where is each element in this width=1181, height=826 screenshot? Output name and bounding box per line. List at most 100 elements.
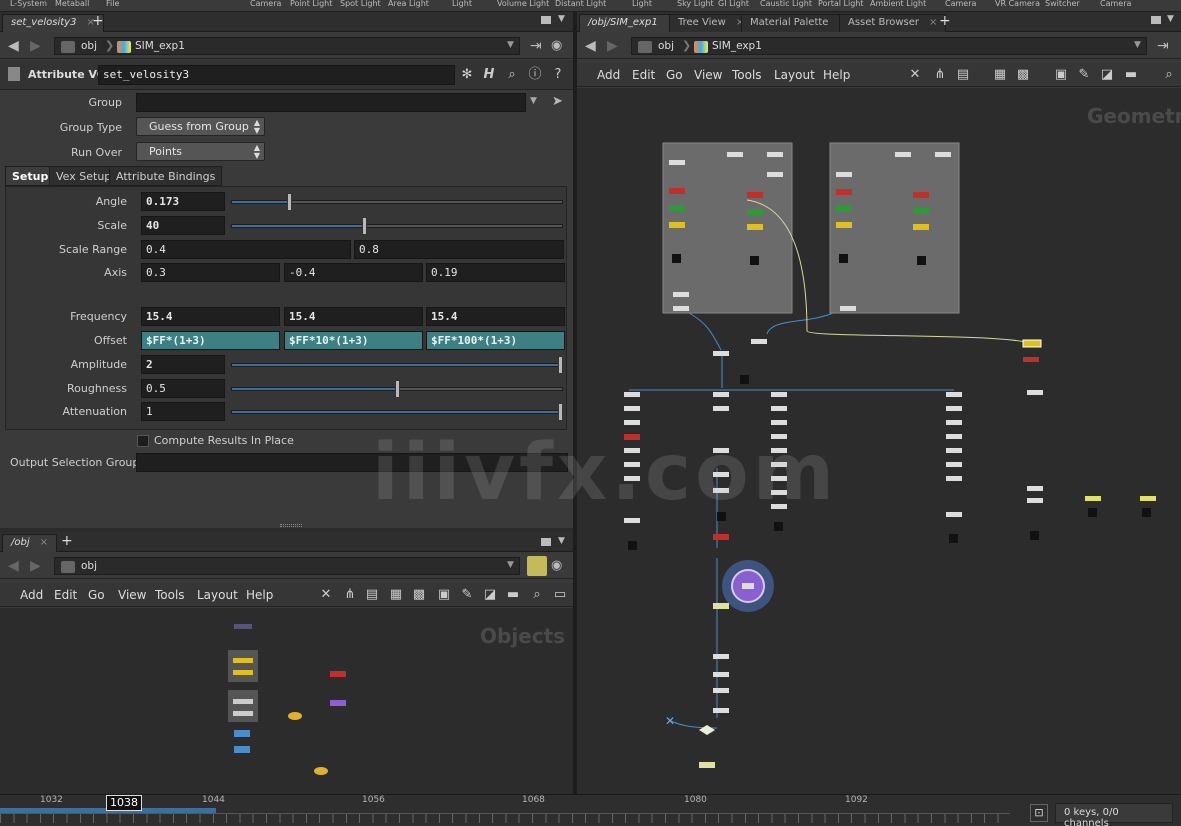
chevron-down-icon[interactable]: ▼ xyxy=(530,96,537,106)
note-icon[interactable]: ✎ xyxy=(1076,67,1092,83)
forward-arrow-icon[interactable]: ▶ xyxy=(607,38,618,54)
menu-help[interactable]: Help xyxy=(246,588,273,602)
graph-node[interactable] xyxy=(669,188,685,194)
tools-icon[interactable]: ✕ xyxy=(907,67,923,83)
menu-view[interactable]: View xyxy=(694,68,722,82)
graph-node[interactable] xyxy=(233,658,253,663)
menu-go[interactable]: Go xyxy=(88,588,105,602)
slider-handle[interactable] xyxy=(558,356,563,374)
shelf-tool[interactable]: Portal Light xyxy=(818,0,864,8)
graph-node[interactable] xyxy=(946,476,962,481)
graph-node[interactable] xyxy=(839,254,848,263)
graph-node[interactable] xyxy=(330,671,346,677)
graph-node[interactable] xyxy=(330,700,346,706)
tree-icon[interactable]: ⋔ xyxy=(342,587,358,603)
tab-setup[interactable]: Setup xyxy=(5,166,56,186)
graph-node[interactable] xyxy=(774,522,783,531)
shelf-tool[interactable]: VR Camera xyxy=(995,0,1040,8)
search-icon[interactable]: ⌕ xyxy=(529,587,545,603)
graph-node[interactable] xyxy=(840,306,856,311)
menu-tools[interactable]: Tools xyxy=(732,68,762,82)
graph-node[interactable] xyxy=(713,654,729,659)
shelf-tool[interactable]: Camera xyxy=(250,0,281,8)
shelf-tool[interactable]: Light xyxy=(632,0,652,8)
shelf-tool[interactable]: Sky Light xyxy=(677,0,714,8)
breadcrumb-node[interactable]: SIM_exp1 xyxy=(712,40,762,52)
pin-icon[interactable]: ⇥ xyxy=(530,38,542,54)
amplitude-slider[interactable] xyxy=(231,356,563,374)
graph-node[interactable] xyxy=(1022,339,1042,348)
path-field[interactable]: obj ▼ xyxy=(54,557,520,575)
shelf-tool[interactable]: Area Light xyxy=(388,0,429,8)
graph-node[interactable] xyxy=(771,406,787,411)
slider-handle[interactable] xyxy=(287,193,292,211)
node-name-field[interactable]: set_velosity3 xyxy=(98,65,455,85)
menu-view[interactable]: View xyxy=(118,588,146,602)
menu-go[interactable]: Go xyxy=(666,68,683,82)
shelf-tool[interactable]: File xyxy=(106,0,119,8)
offset-y-field[interactable]: $FF*10*(1+3) xyxy=(284,331,423,350)
graph-node[interactable] xyxy=(836,222,852,228)
group-type-select[interactable]: Guess from Group ▲ ▼ xyxy=(136,117,265,136)
network-grid-icon[interactable]: ▩ xyxy=(1015,67,1031,83)
pane-resize-handle[interactable] xyxy=(280,524,302,527)
graph-node[interactable] xyxy=(946,434,962,439)
graph-node[interactable] xyxy=(233,711,253,716)
graph-node[interactable] xyxy=(713,672,729,677)
menu-edit[interactable]: Edit xyxy=(54,588,77,602)
graph-node[interactable] xyxy=(628,541,637,550)
layout-icon[interactable]: ▣ xyxy=(1053,67,1069,83)
group-field[interactable] xyxy=(136,93,526,112)
graph-node[interactable] xyxy=(1023,357,1039,362)
graph-node[interactable] xyxy=(624,420,640,425)
scale-range-max-field[interactable]: 0.8 xyxy=(354,240,564,259)
graph-node[interactable] xyxy=(1142,508,1151,517)
graph-node[interactable] xyxy=(699,762,715,768)
add-tab-icon[interactable]: + xyxy=(939,13,951,29)
select-arrow-icon[interactable]: ➤ xyxy=(552,94,563,109)
graph-node[interactable] xyxy=(713,688,729,693)
graph-node[interactable] xyxy=(750,256,759,265)
chevron-down-icon[interactable]: ▼ xyxy=(507,40,514,50)
graph-node[interactable] xyxy=(767,172,783,177)
box-icon[interactable]: ▬ xyxy=(505,587,521,603)
chevron-down-icon[interactable]: ▼ xyxy=(1167,14,1174,24)
slider-handle[interactable] xyxy=(558,403,563,421)
shelf-tool[interactable]: Camera xyxy=(1100,0,1131,8)
forward-arrow-icon[interactable]: ▶ xyxy=(30,38,41,54)
list-icon[interactable]: ▤ xyxy=(364,587,380,603)
tab-asset-browser[interactable]: Asset Browser × xyxy=(839,14,947,32)
link-icon[interactable]: ◉ xyxy=(551,38,562,53)
timeline-ruler[interactable] xyxy=(0,813,1010,823)
graph-node[interactable] xyxy=(233,699,253,704)
note-icon[interactable]: ✎ xyxy=(459,587,475,603)
help-h-icon[interactable]: H xyxy=(481,67,497,83)
link-icon[interactable]: ◉ xyxy=(551,558,562,573)
shelf-tool[interactable]: GI Light xyxy=(718,0,749,8)
graph-node[interactable] xyxy=(624,392,640,397)
tab-set-velosity3[interactable]: set_velosity3 × xyxy=(2,14,104,32)
shelf-tool[interactable]: L-System xyxy=(10,0,47,8)
chevron-down-icon[interactable]: ▼ xyxy=(1134,40,1141,50)
chevron-down-icon[interactable]: ▼ xyxy=(558,14,565,24)
graph-node[interactable] xyxy=(233,670,253,675)
graph-node[interactable] xyxy=(771,420,787,425)
frequency-z-field[interactable]: 15.4 xyxy=(426,307,565,326)
graph-node[interactable] xyxy=(673,292,689,297)
graph-node[interactable] xyxy=(713,406,729,411)
menu-layout[interactable]: Layout xyxy=(197,588,238,602)
image-icon[interactable]: ◪ xyxy=(1099,67,1115,83)
amplitude-field[interactable]: 2 xyxy=(141,355,225,374)
graph-node[interactable] xyxy=(917,256,926,265)
tab-vex-setup[interactable]: Vex Setup xyxy=(49,166,119,186)
roughness-field[interactable]: 0.5 xyxy=(141,379,225,398)
graph-node[interactable] xyxy=(836,189,852,195)
pane-menu-icon[interactable] xyxy=(541,538,551,546)
breadcrumb-obj[interactable]: obj xyxy=(81,40,97,52)
path-field[interactable]: obj ❯ SIM_exp1 ▼ xyxy=(631,37,1147,55)
graph-node[interactable] xyxy=(946,448,962,453)
scale-range-min-field[interactable]: 0.4 xyxy=(141,240,351,259)
search-icon[interactable]: ⌕ xyxy=(1161,67,1177,83)
slider-handle[interactable] xyxy=(395,380,400,398)
graph-node[interactable] xyxy=(713,534,729,540)
